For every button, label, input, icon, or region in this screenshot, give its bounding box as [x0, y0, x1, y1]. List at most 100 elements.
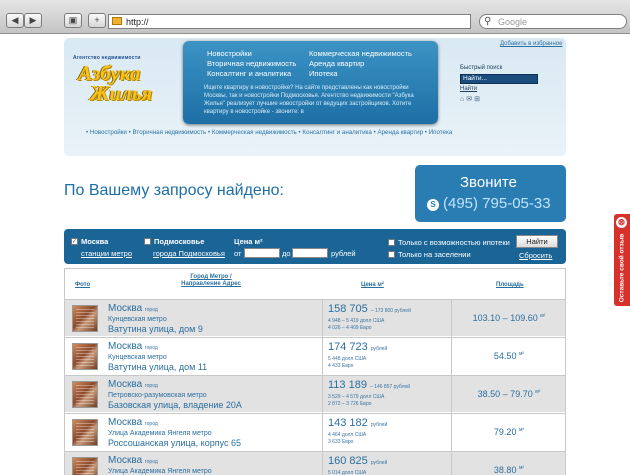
building-photo[interactable]	[72, 343, 98, 370]
mortgage-checkbox[interactable]	[388, 239, 395, 246]
table-row[interactable]: Москва город Кунцевская метро Ватутина ули…	[65, 337, 565, 375]
table-row[interactable]: Москва город Кунцевская метро Ватутина ули…	[65, 299, 565, 337]
building-photo[interactable]	[72, 305, 98, 332]
area-cell: 38.80 м²	[493, 465, 525, 475]
address-cell[interactable]: Ватутина улица, дом 9	[108, 324, 203, 334]
mortgage-label: Только с возможностью ипотеки	[398, 238, 510, 247]
settled-checkbox[interactable]	[388, 251, 395, 258]
price-usd: 5 014 долл США	[328, 470, 367, 475]
table-header: Фото Город Метро / Направление Адрес Цен…	[65, 269, 565, 299]
col-location[interactable]: Город Метро / Направление Адрес	[171, 274, 251, 288]
logo-line-2: Жилья	[90, 81, 153, 105]
building-photo[interactable]	[72, 381, 98, 408]
popup-link-secondary[interactable]: Вторичная недвижимость	[207, 59, 296, 68]
results-table: Фото Город Метро / Направление Адрес Цен…	[64, 268, 566, 475]
moscow-checkbox[interactable]: ✓	[71, 238, 78, 245]
price-cell: 174 723 рублей	[328, 341, 388, 353]
address-cell[interactable]: Россошанская улица, корпус 65	[108, 438, 241, 448]
search-button[interactable]: Найти	[516, 235, 558, 248]
breadcrumb-item[interactable]: Новостройки	[90, 129, 127, 136]
column-divider	[451, 300, 452, 337]
price-usd: 4 948 – 5 419 долл США	[328, 318, 385, 324]
search-filter-bar: ✓ Москва станции метро Подмосковье город…	[64, 229, 566, 264]
quick-search-go-link[interactable]: Найти	[460, 86, 477, 92]
page-title: По Вашему запросу найдено:	[64, 182, 284, 199]
column-divider	[451, 452, 452, 475]
price-eur: 3 633 Евро	[328, 439, 354, 445]
building-photo[interactable]	[72, 419, 98, 446]
site-logo[interactable]: Агентство недвижимости Азбука Жилья	[70, 55, 172, 109]
screenshot-icon[interactable]: ▣	[64, 13, 82, 28]
popup-description: Ищете квартиру в новостройке? На сайте п…	[204, 85, 414, 115]
breadcrumb-item[interactable]: Консалтинг и аналитика	[302, 129, 371, 136]
column-divider	[451, 376, 452, 413]
breadcrumb-item[interactable]: Коммерческая недвижимость	[212, 129, 297, 136]
reset-link[interactable]: Сбросить	[519, 251, 552, 260]
folder-icon	[112, 17, 122, 25]
price-from-input[interactable]	[244, 248, 280, 258]
column-divider	[322, 338, 323, 375]
region-cities-link[interactable]: города Подмосковья	[153, 249, 225, 258]
city-cell[interactable]: Москва город	[108, 303, 158, 314]
metro-cell: Петровско-разумовская метро	[108, 392, 207, 399]
price-eur: 4 026 – 4 409 Евро	[328, 325, 372, 331]
sitemap-icon[interactable]: ⊞	[474, 96, 482, 103]
feedback-label: Оставьте свой отзыв	[618, 233, 626, 303]
phone-number[interactable]: (495) 795-05-33	[443, 195, 551, 212]
breadcrumb-item[interactable]: Аренда квартир	[377, 129, 423, 136]
mail-icon[interactable]: ✉	[466, 96, 474, 103]
browser-toolbar: ◀ ▶ ▣ + http:// ⚲ Google	[0, 0, 630, 34]
popup-link-rent[interactable]: Аренда квартир	[309, 59, 364, 68]
back-button[interactable]: ◀	[6, 13, 24, 28]
call-title: Звоните	[460, 174, 517, 191]
address-cell[interactable]: Базовская улица, владение 20А	[108, 400, 242, 410]
new-tab-button[interactable]: +	[88, 13, 106, 28]
price-cell: 160 825 рублей	[328, 455, 388, 467]
header-icons: ⌂✉⊞	[460, 95, 482, 103]
close-icon[interactable]: ⊗	[616, 217, 627, 228]
price-usd: 3 529 – 4 579 долл США	[328, 394, 385, 400]
metro-stations-link[interactable]: станции метро	[81, 249, 132, 258]
table-row[interactable]: Москва город Улица Академика Янгеля метро…	[65, 413, 565, 451]
forward-button[interactable]: ▶	[24, 13, 42, 28]
address-cell[interactable]: Ватутина улица, дом 11	[108, 362, 207, 372]
price-to-input[interactable]	[292, 248, 328, 258]
metro-cell: Улица Академика Янгеля метро	[108, 468, 212, 475]
city-cell[interactable]: Москва город	[108, 379, 158, 390]
popup-link-mortgage[interactable]: Ипотека	[309, 69, 338, 78]
price-to-label: до	[282, 249, 291, 258]
area-cell: 103.10 – 109.60 м²	[472, 313, 546, 323]
city-cell[interactable]: Москва город	[108, 341, 158, 352]
col-price[interactable]: Цена м²	[361, 282, 384, 289]
price-from-label: от	[234, 249, 242, 258]
menu-popup: Новостройки Вторичная недвижимость Конса…	[183, 41, 438, 124]
region-checkbox[interactable]	[144, 238, 151, 245]
address-bar[interactable]: http://	[108, 14, 471, 29]
metro-cell: Кунцевская метро	[108, 354, 167, 361]
area-cell: 79.20 м²	[493, 427, 525, 437]
column-divider	[322, 376, 323, 413]
column-divider	[322, 300, 323, 337]
breadcrumb-item[interactable]: Ипотека	[429, 129, 453, 136]
popup-link-consulting[interactable]: Консалтинг и аналитика	[207, 69, 291, 78]
area-cell: 38.50 – 79.70 м²	[477, 389, 541, 399]
city-cell[interactable]: Москва город	[108, 455, 158, 466]
col-photo[interactable]: Фото	[75, 282, 90, 289]
add-to-favorites-link[interactable]: Добавить в избранное	[500, 41, 562, 47]
price-cell: 158 705 – 173 800 рублей	[328, 303, 411, 315]
col-area[interactable]: Площадь	[496, 282, 524, 289]
browser-search-field[interactable]: ⚲ Google	[479, 14, 627, 29]
table-row[interactable]: Москва город Улица Академика Янгеля метро…	[65, 451, 565, 475]
price-cell: 143 182 рублей	[328, 417, 388, 429]
building-photo[interactable]	[72, 457, 98, 475]
url-text: http://	[126, 17, 149, 27]
breadcrumb: • Новостройки • Вторичная недвижимость •…	[86, 129, 453, 136]
table-row[interactable]: Москва город Петровско-разумовская метро Б…	[65, 375, 565, 413]
breadcrumb-item[interactable]: Вторичная недвижимость	[133, 129, 207, 136]
quick-search-input[interactable]: Найти...	[460, 74, 538, 84]
popup-link-commercial[interactable]: Коммерческая недвижимость	[309, 49, 412, 58]
skype-icon[interactable]: S	[427, 199, 439, 211]
popup-link-new-buildings[interactable]: Новостройки	[207, 49, 252, 58]
feedback-tab[interactable]: ⊗ Оставьте свой отзыв	[614, 214, 630, 306]
city-cell[interactable]: Москва город	[108, 417, 158, 428]
